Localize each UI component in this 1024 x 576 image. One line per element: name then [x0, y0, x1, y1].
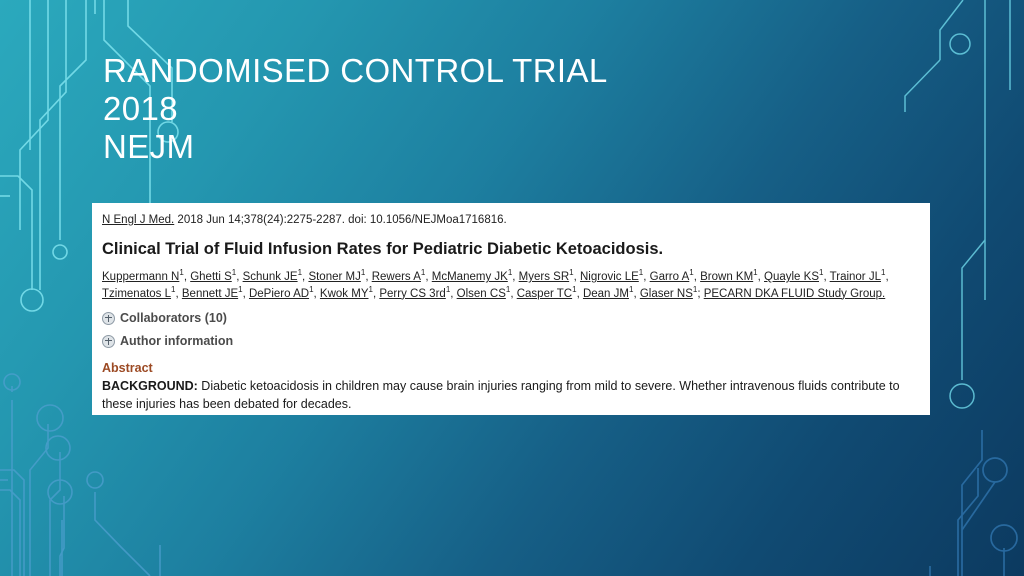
author-link[interactable]: Olsen CS [457, 288, 506, 300]
author-link[interactable]: Stoner MJ [308, 271, 360, 283]
author-link[interactable]: Ghetti S [190, 271, 232, 283]
author-link[interactable]: Bennett JE [182, 288, 238, 300]
abstract-section-label: BACKGROUND: [102, 379, 198, 393]
slide-title: RANDOMISED CONTROL TRIAL 2018 NEJM [103, 52, 803, 166]
journal-citation: N Engl J Med. 2018 Jun 14;378(24):2275-2… [102, 213, 916, 228]
journal-name-link[interactable]: N Engl J Med. [102, 214, 174, 226]
author-link[interactable]: Garro A [650, 271, 690, 283]
author-link[interactable]: Rewers A [372, 271, 421, 283]
author-link[interactable]: Brown KM [700, 271, 753, 283]
author-link[interactable]: Nigrovic LE [580, 271, 639, 283]
plus-icon [102, 334, 115, 348]
title-line-1: RANDOMISED CONTROL TRIAL [103, 52, 608, 89]
author-link[interactable]: Tzimenatos L [102, 288, 171, 300]
abstract-heading: Abstract [102, 361, 153, 375]
article-screenshot-card: N Engl J Med. 2018 Jun 14;378(24):2275-2… [92, 203, 930, 415]
author-link[interactable]: Kuppermann N [102, 271, 179, 283]
collaborators-label: Collaborators (10) [120, 311, 227, 325]
author-link[interactable]: Glaser NS [640, 288, 693, 300]
title-line-2: 2018 [103, 90, 179, 127]
abstract-text: Diabetic ketoacidosis in children may ca… [102, 379, 900, 411]
author-link[interactable]: Trainor JL [830, 271, 881, 283]
author-link[interactable]: Quayle KS [764, 271, 819, 283]
author-information-label: Author information [120, 334, 234, 348]
author-list: Kuppermann N1, Ghetti S1, Schunk JE1, St… [102, 268, 889, 300]
abstract-body: BACKGROUND: Diabetic ketoacidosis in chi… [102, 377, 916, 413]
author-link[interactable]: DePiero AD [249, 288, 309, 300]
title-line-3: NEJM [103, 128, 195, 165]
author-link[interactable]: Perry CS 3rd [379, 288, 445, 300]
presentation-slide: RANDOMISED CONTROL TRIAL 2018 NEJM N Eng… [0, 0, 1024, 576]
citation-details: 2018 Jun 14;378(24):2275-2287. doi: 10.1… [174, 214, 507, 226]
author-link[interactable]: McManemy JK [432, 271, 508, 283]
author-link[interactable]: Dean JM [583, 288, 629, 300]
article-title: Clinical Trial of Fluid Infusion Rates f… [102, 240, 664, 258]
author-link[interactable]: Myers SR [519, 271, 569, 283]
author-information-expander[interactable]: Author information [102, 334, 916, 348]
author-link[interactable]: Casper TC [517, 288, 572, 300]
study-group-link[interactable]: PECARN DKA FLUID Study Group. [704, 288, 886, 300]
plus-icon [102, 311, 115, 325]
author-link[interactable]: Schunk JE [243, 271, 298, 283]
author-link[interactable]: Kwok MY [320, 288, 369, 300]
collaborators-expander[interactable]: Collaborators (10) [102, 311, 916, 325]
